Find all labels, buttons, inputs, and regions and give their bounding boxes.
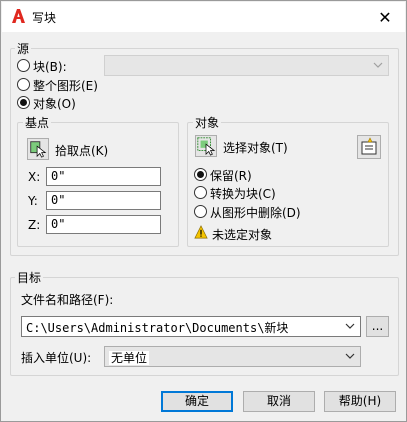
radio-objects[interactable] — [17, 96, 30, 109]
z-field[interactable]: 0" — [46, 215, 161, 234]
radio-entire-drawing[interactable] — [17, 78, 30, 91]
browse-button[interactable]: ... — [366, 316, 389, 337]
pick-point-label[interactable]: 拾取点(K) — [55, 142, 108, 159]
destination-legend: 目标 — [15, 269, 44, 286]
radio-block-label[interactable]: 块(B): — [33, 58, 67, 75]
select-objects-button[interactable] — [195, 135, 217, 157]
basepoint-legend: 基点 — [23, 114, 52, 131]
x-field[interactable]: 0" — [46, 167, 161, 186]
close-button[interactable]: ✕ — [365, 2, 405, 32]
chevron-down-icon — [345, 353, 355, 359]
pick-point-icon — [30, 141, 47, 158]
z-label: Z: — [28, 218, 41, 232]
select-objects-label[interactable]: 选择对象(T) — [223, 139, 288, 156]
path-value: C:\Users\Administrator\Documents\新块 — [26, 321, 289, 335]
close-icon: ✕ — [378, 7, 392, 27]
z-value: 0" — [51, 217, 66, 231]
path-combo[interactable]: C:\Users\Administrator\Documents\新块 — [21, 316, 361, 337]
path-label: 文件名和路径(F): — [21, 293, 114, 307]
y-field[interactable]: 0" — [46, 191, 161, 210]
radio-objects-label[interactable]: 对象(O) — [33, 95, 76, 112]
radio-entire-drawing-label[interactable]: 整个图形(E) — [33, 77, 98, 94]
pick-point-button[interactable] — [27, 138, 49, 160]
radio-convert-to-block[interactable] — [194, 186, 207, 199]
warning-text: 未选定对象 — [212, 228, 273, 242]
objects-legend: 对象 — [193, 114, 222, 131]
radio-delete-from-drawing[interactable] — [194, 205, 207, 218]
quick-select-icon — [361, 137, 377, 155]
write-block-dialog: 写块 ✕ 源 块(B): 整个图形(E) 对象(O) 基点 拾取点(K) X: … — [0, 0, 407, 422]
help-button[interactable]: 帮助(H) — [324, 391, 396, 412]
quick-select-button[interactable] — [357, 135, 381, 159]
chevron-down-icon — [345, 323, 355, 329]
cancel-button[interactable]: 取消 — [243, 391, 315, 412]
chevron-down-icon — [373, 62, 383, 68]
ok-button[interactable]: 确定 — [161, 391, 233, 412]
autocad-logo-icon — [12, 9, 25, 23]
block-name-combo[interactable] — [104, 55, 389, 76]
x-label: X: — [28, 170, 41, 184]
help-label: 帮助(H) — [338, 394, 382, 408]
radio-convert-to-block-label[interactable]: 转换为块(C) — [210, 185, 276, 202]
title-bar: 写块 ✕ — [2, 2, 405, 32]
select-objects-icon — [197, 137, 216, 156]
ok-label: 确定 — [184, 394, 209, 408]
units-value: 无单位 — [109, 351, 150, 365]
x-value: 0" — [51, 169, 66, 183]
source-legend: 源 — [15, 40, 32, 57]
units-label: 插入单位(U): — [21, 351, 92, 365]
window-title: 写块 — [32, 11, 57, 25]
radio-retain-label[interactable]: 保留(R) — [210, 167, 252, 184]
units-combo[interactable]: 无单位 — [104, 346, 361, 367]
browse-label: ... — [371, 319, 384, 333]
y-label: Y: — [28, 194, 38, 208]
cancel-label: 取消 — [266, 394, 291, 408]
y-value: 0" — [51, 193, 66, 207]
radio-delete-from-drawing-label[interactable]: 从图形中删除(D) — [210, 204, 301, 221]
radio-retain[interactable] — [194, 168, 207, 181]
radio-block[interactable] — [17, 59, 30, 72]
warning-icon — [194, 225, 208, 239]
